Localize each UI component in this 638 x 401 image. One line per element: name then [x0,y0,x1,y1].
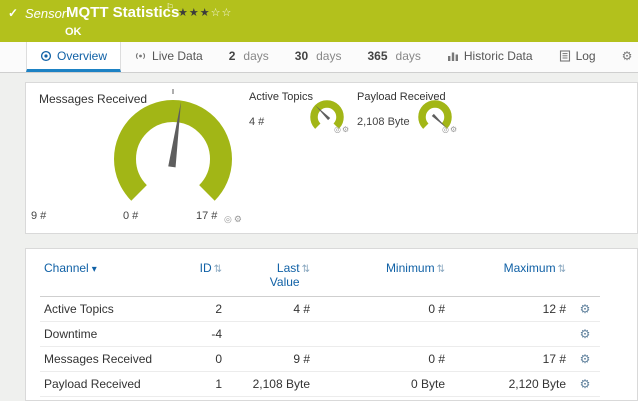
table-header-row: Channel▾ ID⇅ Last Value⇅ Minimum⇅ Maximu… [40,257,600,297]
tab-live-data[interactable]: Live Data [121,42,216,72]
channel-last-value: 4 # [226,297,314,322]
table-row[interactable]: Active Topics 2 4 # 0 # 12 # ⚙ [40,297,600,322]
tab-historic-data[interactable]: Historic Data [434,42,546,72]
stars-filled: ★★★ [178,7,211,19]
column-label: Channel [44,261,89,275]
table-row[interactable]: Messages Received 0 9 # 0 # 17 # ⚙ [40,347,600,372]
channel-id: -4 [168,322,226,347]
stars-empty: ☆☆ [211,7,233,19]
sort-icon: ⇅ [214,264,222,275]
main-gauge-max-label: 17 # [196,210,217,222]
main-gauge-actions: ◎⚙ [224,214,244,225]
messages-received-gauge [98,87,248,225]
filter-caret-icon: ▾ [92,264,97,275]
gauge-lookup-icon[interactable]: ◎ [334,125,342,134]
sort-icon: ⇅ [437,264,445,275]
sort-icon: ⇅ [558,264,566,275]
gauge-lookup-icon[interactable]: ◎ [224,214,234,224]
column-header-maximum[interactable]: Maximum⇅ [449,257,570,297]
channel-minimum: 0 Byte [314,372,449,397]
live-data-icon [134,50,147,62]
channel-maximum [449,322,570,347]
column-header-actions [570,257,600,297]
tab-bar: Overview Live Data 2days 30days 365days … [0,42,638,73]
priority-stars[interactable]: ★★★☆☆ [178,6,232,19]
settings-gear-icon: ⚙ [622,49,633,63]
column-header-id[interactable]: ID⇅ [168,257,226,297]
tab-365-days[interactable]: 365 days [354,42,433,72]
column-label: Maximum [504,261,556,275]
tab-label-unit: days [396,49,421,63]
main-gauge-min-label: 0 # [123,210,138,222]
page-title: MQTT Statistics [66,4,179,21]
mini-gauge-actions: ◎⚙ [334,125,350,134]
tab-label-unit: days [243,49,268,63]
channel-last-value: 2,108 Byte [226,372,314,397]
channel-minimum: 0 # [314,297,449,322]
channel-last-value: 9 # [226,347,314,372]
gauge-lookup-icon[interactable]: ◎ [442,125,450,134]
overview-icon [40,50,52,62]
tab-label: Live Data [152,49,203,63]
channel-name: Active Topics [40,297,168,322]
tab-2-days[interactable]: 2 days [216,42,282,72]
table-row[interactable]: Downtime -4 ⚙ [40,322,600,347]
gauges-panel: Messages Received 9 # 0 # 17 # ◎⚙ Active… [25,82,638,234]
tab-label: Log [576,49,596,63]
gauge-settings-icon[interactable]: ⚙ [450,125,458,134]
channel-id: 0 [168,347,226,372]
tab-label-number: 365 [367,49,387,63]
column-header-last-value[interactable]: Last Value⇅ [226,257,314,297]
tab-label-number: 2 [229,49,236,63]
channels-table: Channel▾ ID⇅ Last Value⇅ Minimum⇅ Maximu… [40,257,600,397]
log-icon [559,50,571,62]
gauge-scale-tick [172,89,174,94]
mini-gauge-actions: ◎⚙ [442,125,458,134]
tab-label-number: 30 [295,49,308,63]
tab-label: Historic Data [464,49,533,63]
channel-minimum [314,322,449,347]
channel-settings-icon[interactable]: ⚙ [570,297,600,322]
channel-id: 2 [168,297,226,322]
flag-icon[interactable]: ⚐ [166,2,174,13]
active-topics-gauge-block: Active Topics 4 # ◎⚙ [249,91,359,151]
channel-maximum: 17 # [449,347,570,372]
mini-gauge-value: 2,108 Byte [357,116,410,128]
tab-log[interactable]: Log [546,42,609,72]
table-row[interactable]: Payload Received 1 2,108 Byte 0 Byte 2,1… [40,372,600,397]
mini-gauge-value: 4 # [249,116,264,128]
main-gauge-value: 9 # [31,210,46,222]
column-label: ID [200,261,212,275]
channel-settings-icon[interactable]: ⚙ [570,347,600,372]
column-label: Minimum [386,261,435,275]
channel-maximum: 2,120 Byte [449,372,570,397]
payload-received-gauge-block: Payload Received 2,108 Byte ◎⚙ [357,91,467,151]
channel-settings-icon[interactable]: ⚙ [570,322,600,347]
historic-data-icon [447,50,459,62]
channel-minimum: 0 # [314,347,449,372]
tab-label-unit: days [316,49,341,63]
channel-last-value [226,322,314,347]
channel-name: Downtime [40,322,168,347]
column-header-minimum[interactable]: Minimum⇅ [314,257,449,297]
channel-settings-icon[interactable]: ⚙ [570,372,600,397]
sensor-header: ✓ Sensor MQTT Statistics ⚐ ★★★☆☆ OK [0,0,638,42]
gauge-settings-icon[interactable]: ⚙ [234,214,244,224]
tab-30-days[interactable]: 30 days [282,42,355,72]
channels-panel: Channel▾ ID⇅ Last Value⇅ Minimum⇅ Maximu… [25,248,638,401]
gauge-settings-icon[interactable]: ⚙ [342,125,350,134]
sort-icon: ⇅ [302,264,310,275]
tab-label: Overview [57,49,107,63]
status-check-icon: ✓ [8,6,18,20]
channel-maximum: 12 # [449,297,570,322]
status-badge: OK [65,26,82,38]
tab-overview[interactable]: Overview [26,42,121,72]
object-kind-label: Sensor [25,6,66,21]
column-header-channel[interactable]: Channel▾ [40,257,168,297]
channel-name: Payload Received [40,372,168,397]
channel-name: Messages Received [40,347,168,372]
column-label: Last Value [258,261,300,289]
channel-id: 1 [168,372,226,397]
tab-settings[interactable]: ⚙ Settings [609,42,638,72]
